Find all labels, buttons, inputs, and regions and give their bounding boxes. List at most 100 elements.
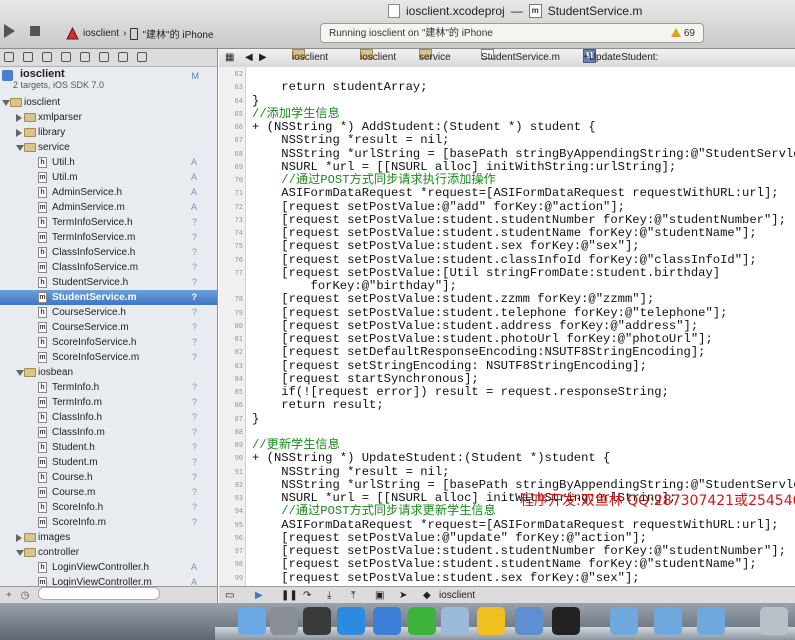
- add-file-icon[interactable]: +: [6, 590, 12, 601]
- step-in-icon[interactable]: ⤓: [327, 588, 331, 603]
- test-navigator-tab[interactable]: [80, 52, 90, 62]
- disclosure-closed-icon[interactable]: [16, 534, 22, 542]
- filter-field[interactable]: [38, 587, 161, 600]
- navigator-file-row[interactable]: m Course.m?: [0, 485, 217, 500]
- activity-monitor-icon[interactable]: [552, 607, 580, 635]
- code-line[interactable]: + (NSString *) AddStudent:(Student *) st…: [252, 120, 596, 134]
- symbol-navigator-tab[interactable]: [23, 52, 33, 62]
- code-comment-line[interactable]: //更新学生信息: [252, 438, 340, 452]
- teamviewer-icon[interactable]: [373, 607, 401, 635]
- code-line[interactable]: [request setPostValue:@"add" forKey:@"ac…: [252, 200, 625, 214]
- search-navigator-tab[interactable]: [42, 52, 52, 62]
- scheme-selector[interactable]: iosclient › "建林"的 iPhone: [66, 26, 214, 41]
- navigator-folder-row[interactable]: iosclient: [0, 95, 217, 110]
- code-line[interactable]: [request setPostValue:student.photoUrl f…: [252, 332, 713, 346]
- disclosure-open-icon[interactable]: [16, 370, 24, 376]
- code-comment-line[interactable]: //通过POST方式同步请求执行添加操作: [252, 173, 496, 187]
- code-line[interactable]: [request setPostValue:student.sex forKey…: [252, 571, 639, 585]
- pause-icon[interactable]: ❚❚: [281, 588, 298, 603]
- disclosure-open-icon[interactable]: [16, 145, 24, 151]
- code-line[interactable]: ASIFormDataRequest *request=[ASIFormData…: [252, 518, 778, 532]
- navigator-file-row[interactable]: h Util.h A: [0, 155, 217, 170]
- code-line[interactable]: [request setPostValue:student.sex forKey…: [252, 239, 639, 253]
- project-navigator-tab[interactable]: [4, 52, 14, 62]
- navigator-file-row[interactable]: m StudentService.m?: [0, 290, 217, 305]
- code-line[interactable]: [request setDefaultResponseEncoding:NSUT…: [252, 345, 705, 359]
- navigator-file-row[interactable]: h ClassInfoService.h?: [0, 245, 217, 260]
- code-line[interactable]: [request startSynchronous];: [252, 372, 478, 386]
- navigator-folder-row[interactable]: xmlparser: [0, 110, 217, 125]
- breakpoint-navigator-tab[interactable]: [118, 52, 128, 62]
- log-navigator-tab[interactable]: [137, 52, 147, 62]
- line-number-gutter[interactable]: 62 63 64 65 66 67 68 69 70 71 72 73 74 75 76 77 78 79 80 81…: [219, 67, 246, 586]
- code-line[interactable]: }: [252, 94, 259, 108]
- code-line[interactable]: }: [252, 412, 259, 426]
- network-icon[interactable]: [441, 607, 469, 635]
- navigator-file-row[interactable]: h ScoreInfoService.h?: [0, 335, 217, 350]
- downloads-folder-icon[interactable]: [697, 607, 725, 635]
- code-line[interactable]: [request setPostValue:student.classInfoI…: [252, 253, 756, 267]
- code-comment-line[interactable]: //添加学生信息: [252, 107, 340, 121]
- documents-folder-icon[interactable]: [654, 607, 682, 635]
- back-button[interactable]: ◀: [245, 49, 253, 67]
- xcode-icon[interactable]: [515, 607, 543, 635]
- qq-penguin-icon[interactable]: [477, 607, 505, 635]
- code-line[interactable]: [request setPostValue:student.zzmm forKe…: [252, 292, 654, 306]
- navigator-file-row[interactable]: h AdminService.h A: [0, 185, 217, 200]
- code-line[interactable]: + (NSString *) UpdateStudent:(Student *)…: [252, 451, 610, 465]
- disclosure-open-icon[interactable]: [2, 100, 10, 106]
- project-root[interactable]: iosclient 2 targets, iOS SDK 7.0 M: [0, 67, 217, 95]
- navigator-folder-row[interactable]: iosbean: [0, 365, 217, 380]
- navigator-folder-row[interactable]: library: [0, 125, 217, 140]
- code-line[interactable]: [request setPostValue:@"update" forKey:@…: [252, 531, 647, 545]
- navigator-file-row[interactable]: m AdminService.m A: [0, 200, 217, 215]
- code-line[interactable]: NSURL *url = [[NSURL alloc] initWithStri…: [252, 160, 676, 174]
- navigator-folder-row[interactable]: service: [0, 140, 217, 155]
- disclosure-closed-icon[interactable]: [16, 114, 22, 122]
- disclosure-open-icon[interactable]: [16, 550, 24, 556]
- navigator-file-row[interactable]: m ScoreInfoService.m?: [0, 350, 217, 365]
- navigator-file-row[interactable]: m LoginViewController.m A: [0, 575, 217, 586]
- navigator-folder-row[interactable]: images: [0, 530, 217, 545]
- code-line[interactable]: [request setPostValue:[Util stringFromDa…: [252, 266, 720, 280]
- navigator-file-row[interactable]: h TermInfoService.h?: [0, 215, 217, 230]
- applications-folder-icon[interactable]: [610, 607, 638, 635]
- navigator-file-row[interactable]: h LoginViewController.h A: [0, 560, 217, 575]
- code-line[interactable]: NSString *result = nil;: [252, 133, 449, 147]
- code-line[interactable]: [request setPostValue:student.studentNam…: [252, 226, 756, 240]
- debug-navigator-tab[interactable]: [99, 52, 109, 62]
- navigator-file-row[interactable]: m ClassInfoService.m?: [0, 260, 217, 275]
- navigator-file-row[interactable]: h Course.h?: [0, 470, 217, 485]
- code-line[interactable]: return result;: [252, 398, 383, 412]
- view-debugging-icon[interactable]: ▣: [375, 588, 384, 603]
- code-line[interactable]: [request setPostValue:student.address fo…: [252, 319, 698, 333]
- code-line[interactable]: [request setStringEncoding: NSUTF8String…: [252, 359, 647, 373]
- warning-indicator[interactable]: 69: [670, 24, 695, 44]
- trash-icon[interactable]: [760, 607, 788, 635]
- code-comment-line[interactable]: //通过POST方式同步请求更新学生信息: [252, 504, 496, 518]
- hide-debug-area-icon[interactable]: ▭: [225, 588, 234, 603]
- plus-icon[interactable]: [408, 607, 436, 635]
- navigator-file-row[interactable]: h ScoreInfo.h?: [0, 500, 217, 515]
- code-line[interactable]: [request setPostValue:student.telephone …: [252, 306, 727, 320]
- recent-files-icon[interactable]: ◷: [21, 590, 30, 601]
- step-over-icon[interactable]: ↷: [303, 588, 311, 603]
- navigator-file-row[interactable]: m ClassInfo.m?: [0, 425, 217, 440]
- navigator-file-row[interactable]: h CourseService.h?: [0, 305, 217, 320]
- code-line[interactable]: NSString *urlString = [basePath stringBy…: [252, 147, 795, 161]
- navigator-file-row[interactable]: m Util.m A: [0, 170, 217, 185]
- disclosure-closed-icon[interactable]: [16, 129, 22, 137]
- code-line[interactable]: NSString *result = nil;: [252, 465, 449, 479]
- photo-booth-icon[interactable]: [303, 607, 331, 635]
- breakpoints-toggle-icon[interactable]: ▶: [255, 588, 263, 603]
- related-items-icon[interactable]: ▦: [225, 49, 234, 67]
- code-line[interactable]: [request setPostValue:student.studentNam…: [252, 557, 756, 571]
- code-line[interactable]: [request setPostValue:student.studentNum…: [252, 213, 786, 227]
- navigator-file-row[interactable]: h StudentService.h?: [0, 275, 217, 290]
- step-out-icon[interactable]: ⤒: [351, 588, 355, 603]
- source-editor[interactable]: 62 63 64 65 66 67 68 69 70 71 72 73 74 75 76 77 78 79 80 81…: [219, 67, 795, 586]
- launchpad-icon[interactable]: [270, 607, 298, 635]
- stop-button[interactable]: [30, 26, 40, 36]
- navigator-file-row[interactable]: h ClassInfo.h?: [0, 410, 217, 425]
- code-line[interactable]: return studentArray;: [252, 80, 427, 94]
